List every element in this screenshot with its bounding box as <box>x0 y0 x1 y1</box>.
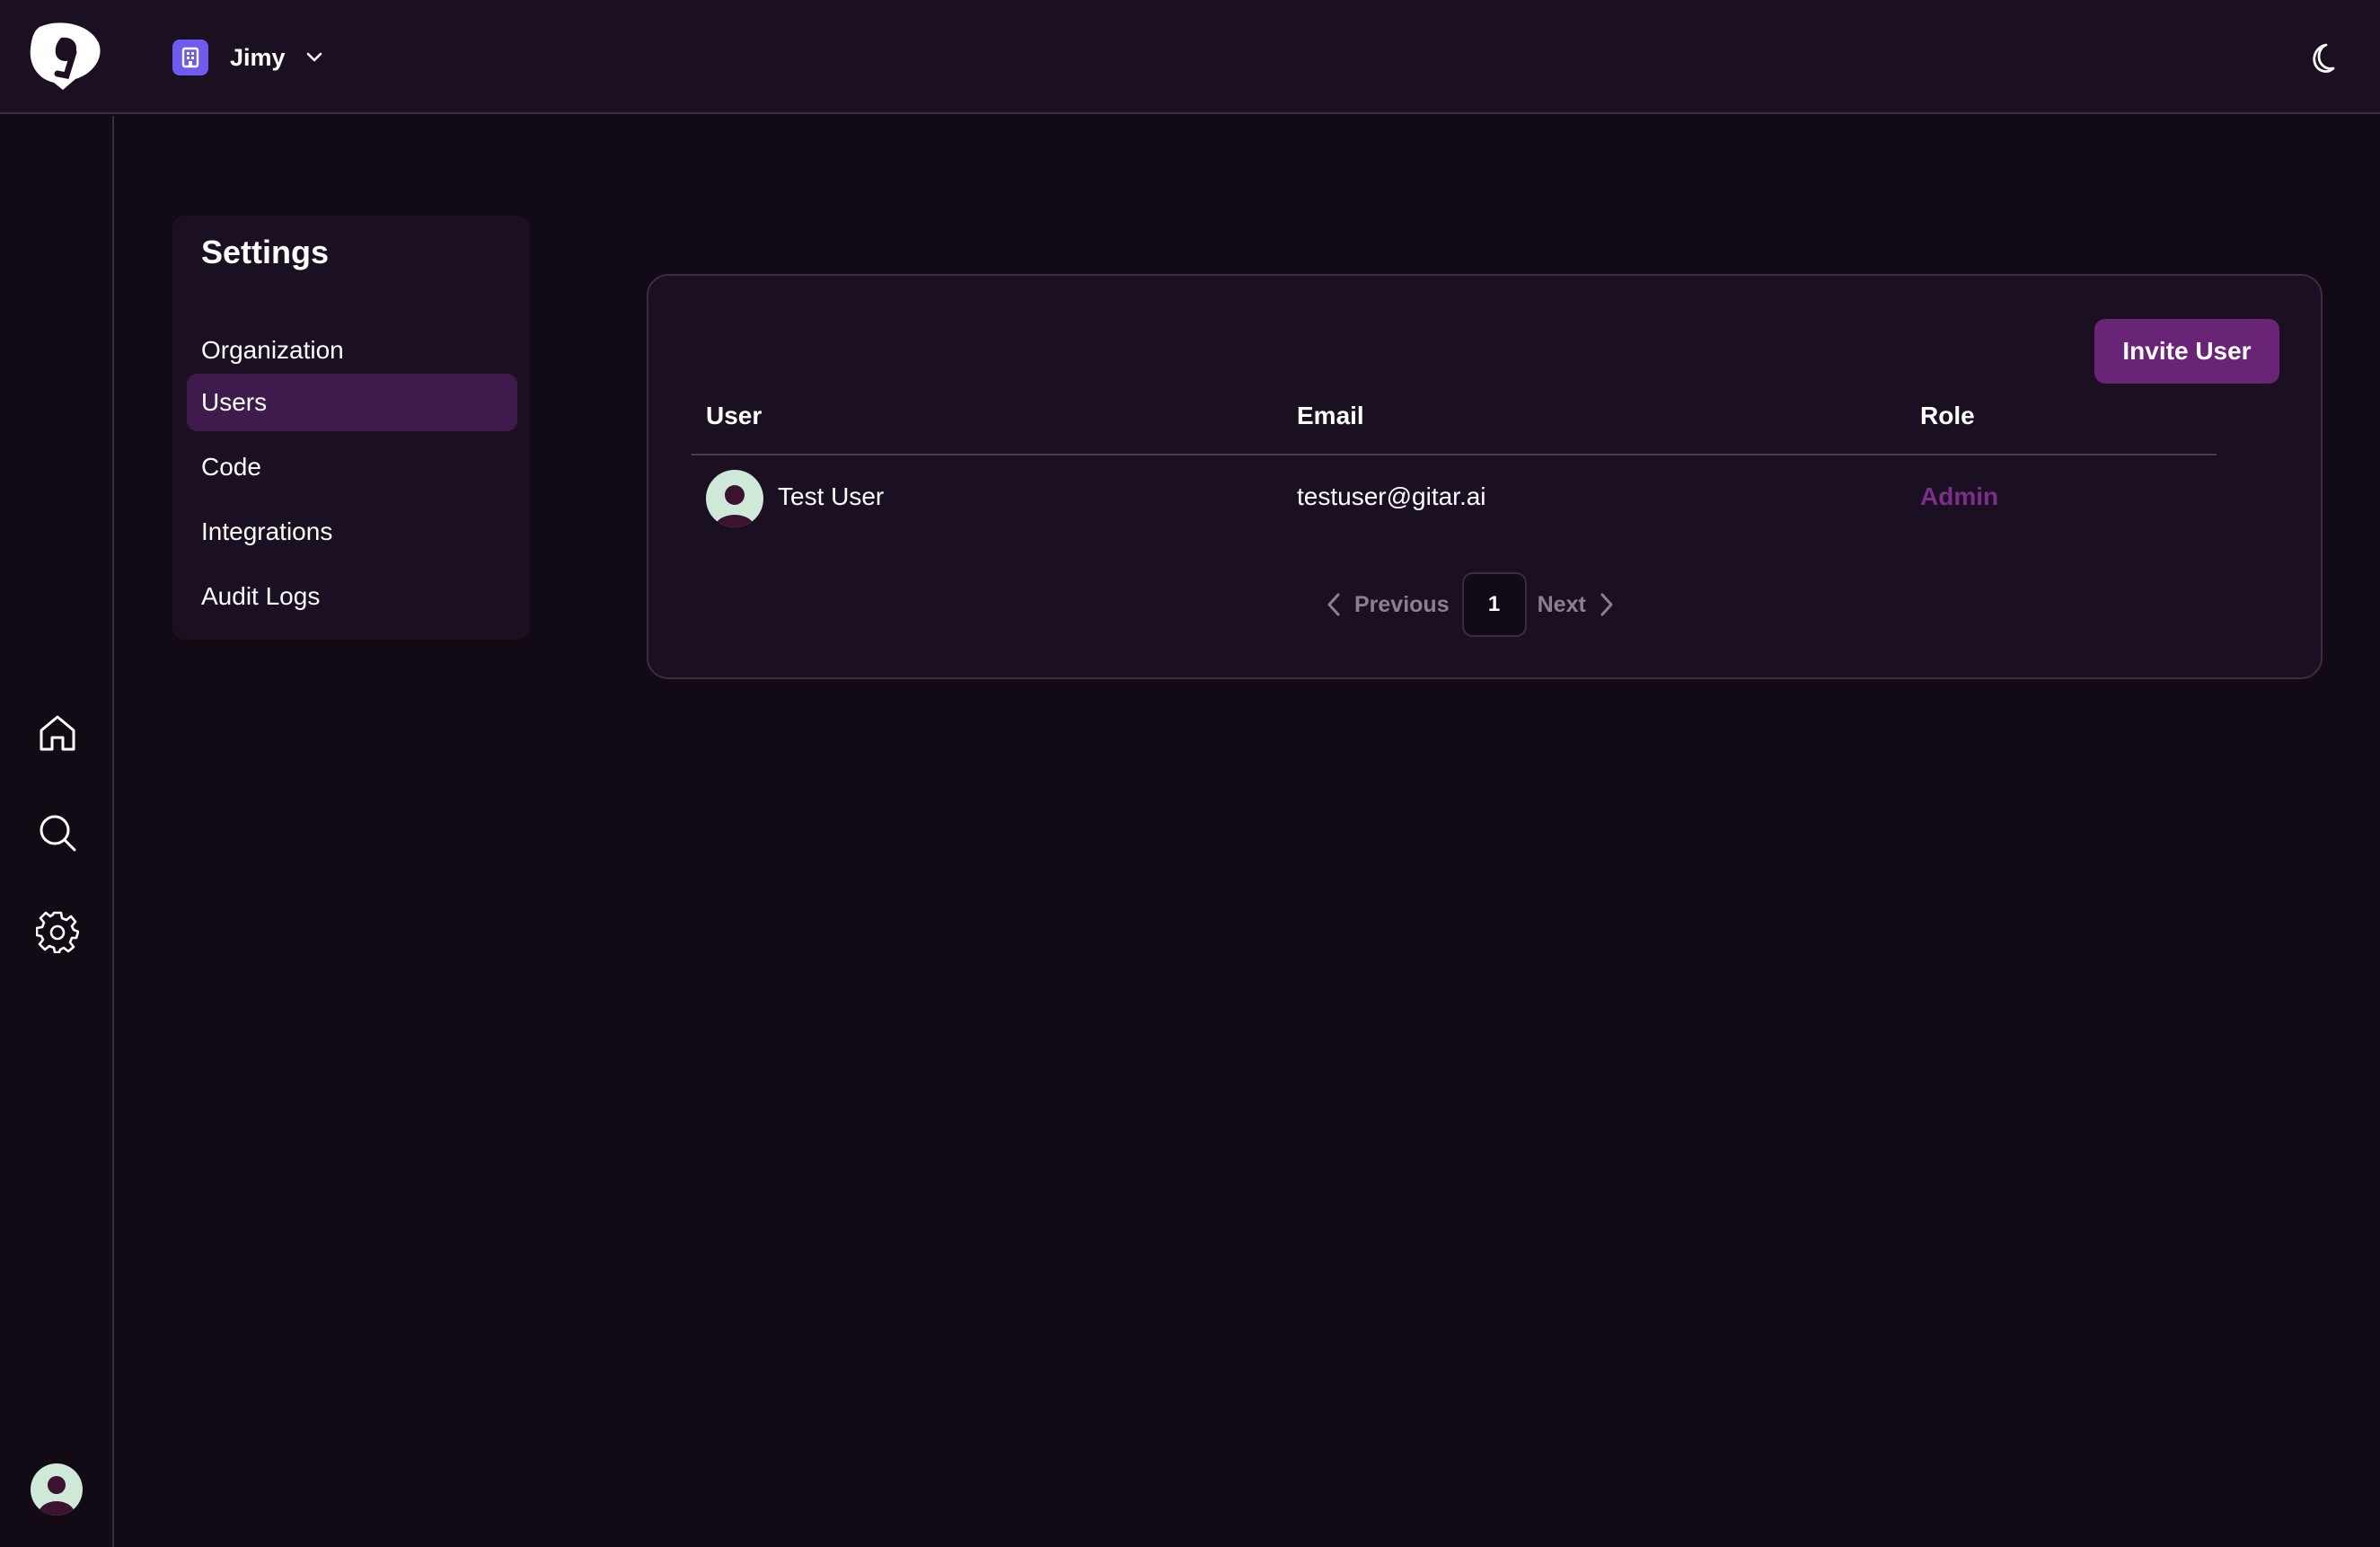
nav-label: Users <box>201 388 268 416</box>
table-header-divider <box>692 454 2217 455</box>
settings-panel: Settings Organization Users Code Integra… <box>172 216 530 640</box>
previous-label: Previous <box>1354 591 1450 617</box>
column-header-user[interactable]: User <box>706 402 762 430</box>
gitar-logo-icon[interactable] <box>27 20 102 92</box>
users-card: Invite User User Email Role Test User te… <box>647 274 2323 679</box>
search-icon[interactable] <box>36 811 79 854</box>
avatar <box>706 470 763 527</box>
next-label: Next <box>1537 591 1586 617</box>
column-header-email[interactable]: Email <box>1297 402 1364 430</box>
nav-label: Organization <box>201 336 344 364</box>
settings-title: Settings <box>201 234 330 270</box>
user-role[interactable]: Admin <box>1920 482 1998 511</box>
previous-page-button[interactable]: Previous <box>1313 592 1450 618</box>
nav-label: Audit Logs <box>201 582 321 610</box>
org-name: Jimy <box>230 43 286 71</box>
gear-icon[interactable] <box>36 910 79 953</box>
avatar[interactable] <box>31 1463 83 1516</box>
settings-nav-code[interactable]: Code <box>187 438 517 496</box>
top-bar: Jimy <box>0 0 2380 114</box>
settings-nav-audit-logs[interactable]: Audit Logs <box>187 568 517 625</box>
column-header-role[interactable]: Role <box>1920 402 1975 430</box>
settings-nav-organization[interactable]: Organization <box>187 322 517 379</box>
settings-nav-integrations[interactable]: Integrations <box>187 503 517 561</box>
left-rail <box>0 116 114 1547</box>
settings-nav-users[interactable]: Users <box>187 374 517 431</box>
building-icon <box>172 40 208 75</box>
user-name: Test User <box>778 482 885 510</box>
next-page-button[interactable]: Next <box>1538 592 1627 618</box>
chevron-left-icon <box>1327 593 1340 616</box>
org-switcher[interactable]: Jimy <box>172 36 323 79</box>
nav-label: Integrations <box>201 517 333 545</box>
moon-icon[interactable] <box>2299 38 2339 77</box>
chevron-right-icon <box>1600 593 1613 616</box>
page-number-button[interactable]: 1 <box>1461 572 1527 637</box>
nav-label: Code <box>201 453 261 481</box>
user-email: testuser@gitar.ai <box>1297 482 1486 510</box>
home-icon[interactable] <box>36 712 79 755</box>
chevron-down-icon <box>305 51 323 64</box>
pagination: Previous 1 Next <box>1313 572 1627 637</box>
invite-user-button[interactable]: Invite User <box>2094 319 2279 384</box>
